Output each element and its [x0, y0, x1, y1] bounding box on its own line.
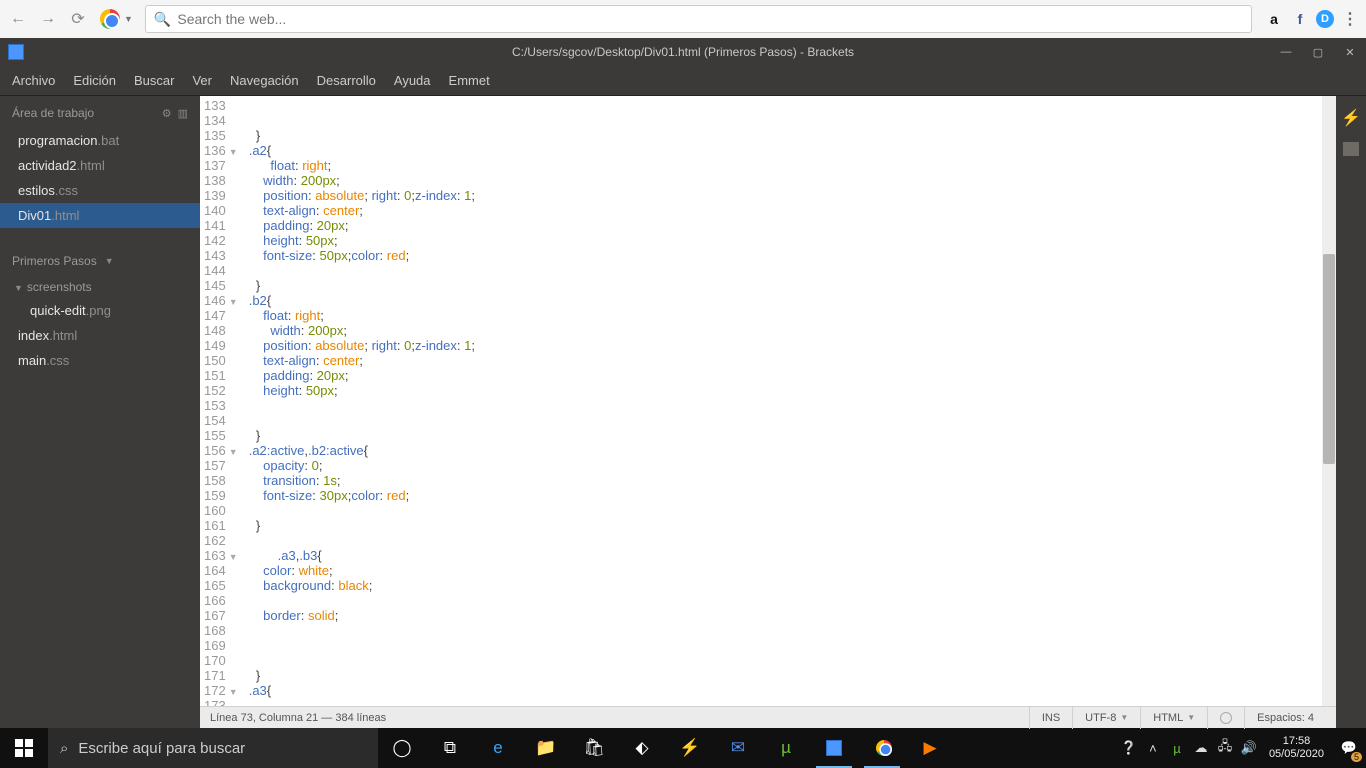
cursor-position: Línea 73, Columna 21 — 384 líneas [210, 712, 386, 724]
brackets-window: C:/Users/sgcov/Desktop/Div01.html (Prime… [0, 38, 1366, 728]
media-player-icon[interactable]: ▶ [906, 728, 954, 768]
chrome-taskbar-icon[interactable] [858, 728, 906, 768]
notif-badge: 5 [1351, 752, 1362, 762]
back-button[interactable]: ← [6, 7, 30, 31]
taskview-icon[interactable]: ⧉ [426, 728, 474, 768]
right-toolbar: ⚡ [1336, 96, 1366, 728]
menu-archivo[interactable]: Archivo [12, 73, 55, 88]
utorrent-icon[interactable]: µ [762, 728, 810, 768]
workspace: Área de trabajo ⚙ ▥ programacion.batacti… [0, 96, 1366, 728]
minimize-button[interactable]: — [1270, 38, 1302, 66]
taskbar-search[interactable]: ⌕ Escribe aquí para buscar [48, 728, 378, 768]
project-file-index[interactable]: index.html [0, 323, 200, 348]
insert-mode[interactable]: INS [1029, 707, 1072, 729]
menu-navegacion[interactable]: Navegación [230, 73, 299, 88]
indent-setting[interactable]: Espacios: 4 [1244, 707, 1326, 729]
browser-menu-button[interactable]: ⋮ [1340, 9, 1360, 29]
clock[interactable]: 17:58 05/05/2020 [1261, 735, 1332, 761]
taskbar-apps: ◯ ⧉ e 📁 🛍 ⬖ ⚡ ✉ µ ▶ [378, 728, 954, 768]
clock-date: 05/05/2020 [1269, 748, 1324, 761]
windows-taskbar: ⌕ Escribe aquí para buscar ◯ ⧉ e 📁 🛍 ⬖ ⚡… [0, 728, 1366, 768]
reload-button[interactable]: ⟳ [66, 7, 90, 31]
working-file-estilos[interactable]: estilos.css [0, 178, 200, 203]
working-file-actividad2[interactable]: actividad2.html [0, 153, 200, 178]
editor: 133 134 135 136▼137 138 139 140 141 142 … [200, 96, 1336, 728]
project-header[interactable]: Primeros Pasos ▼ [0, 246, 200, 276]
brackets-logo-icon [8, 44, 24, 60]
utorrent-tray-icon[interactable]: µ [1165, 728, 1189, 768]
encoding[interactable]: UTF-8▼ [1072, 707, 1140, 729]
taskbar-search-placeholder: Escribe aquí para buscar [78, 740, 245, 757]
window-title: C:/Users/sgcov/Desktop/Div01.html (Prime… [512, 45, 854, 59]
gear-icon[interactable]: ⚙ [162, 107, 172, 120]
project-name: Primeros Pasos [12, 254, 97, 268]
menu-edicion[interactable]: Edición [73, 73, 116, 88]
store-icon[interactable]: 🛍 [570, 728, 618, 768]
cortana-icon[interactable]: ◯ [378, 728, 426, 768]
chevron-down-icon: ▼ [14, 283, 23, 293]
statusbar: Línea 73, Columna 21 — 384 líneas INS UT… [200, 706, 1336, 728]
edge-icon[interactable]: e [474, 728, 522, 768]
system-tray: ❔ ˄ µ ☁ 🖧 🔊 17:58 05/05/2020 💬5 [1117, 728, 1366, 768]
search-placeholder: Search the web... [177, 11, 286, 27]
live-preview-icon[interactable]: ⚡ [1341, 108, 1361, 128]
clock-time: 17:58 [1269, 735, 1324, 748]
close-button[interactable]: ✕ [1334, 38, 1366, 66]
windows-icon [15, 739, 33, 757]
circle-icon [1220, 712, 1232, 724]
maximize-button[interactable]: ▢ [1302, 38, 1334, 66]
menu-buscar[interactable]: Buscar [134, 73, 174, 88]
notifications-icon[interactable]: 💬5 [1332, 728, 1366, 768]
browser-toolbar: ← → ⟳ ▼ 🔍 Search the web... a f D ⋮ [0, 0, 1366, 38]
dropbox-icon[interactable]: ⬖ [618, 728, 666, 768]
tray-chevron-icon[interactable]: ˄ [1141, 728, 1165, 768]
project-file-main[interactable]: main.css [0, 348, 200, 373]
lightning-app-icon[interactable]: ⚡ [666, 728, 714, 768]
menu-ayuda[interactable]: Ayuda [394, 73, 431, 88]
search-input[interactable]: 🔍 Search the web... [145, 5, 1252, 33]
scrollbar-thumb[interactable] [1323, 254, 1335, 464]
chrome-dropdown[interactable]: ▼ [124, 14, 133, 24]
search-icon: 🔍 [154, 11, 171, 28]
forward-button[interactable]: → [36, 7, 60, 31]
code-area[interactable]: 133 134 135 136▼137 138 139 140 141 142 … [200, 96, 1336, 706]
onedrive-icon[interactable]: ☁ [1189, 728, 1213, 768]
working-files-header: Área de trabajo ⚙ ▥ [0, 96, 200, 128]
start-button[interactable] [0, 728, 48, 768]
project-file-quick-edit[interactable]: quick-edit.png [0, 298, 200, 323]
amazon-ext-icon[interactable]: a [1264, 9, 1284, 29]
mail-icon[interactable]: ✉ [714, 728, 762, 768]
volume-icon[interactable]: 🔊 [1237, 728, 1261, 768]
menu-desarrollo[interactable]: Desarrollo [317, 73, 376, 88]
language[interactable]: HTML▼ [1140, 707, 1207, 729]
menu-ver[interactable]: Ver [192, 73, 212, 88]
search-icon: ⌕ [60, 740, 68, 757]
network-icon[interactable]: 🖧 [1213, 728, 1237, 768]
folder-screenshots[interactable]: ▼ screenshots [0, 276, 200, 298]
split-icon[interactable]: ▥ [178, 107, 188, 120]
code-content[interactable]: }.a2{ float: right; width: 200px; positi… [245, 96, 475, 706]
extensions-icon[interactable] [1343, 142, 1359, 156]
folder-label: screenshots [27, 280, 92, 294]
titlebar: C:/Users/sgcov/Desktop/Div01.html (Prime… [0, 38, 1366, 66]
working-files-label: Área de trabajo [12, 106, 94, 120]
facebook-ext-icon[interactable]: f [1290, 9, 1310, 29]
menubar: Archivo Edición Buscar Ver Navegación De… [0, 66, 1366, 96]
line-gutter: 133 134 135 136▼137 138 139 140 141 142 … [200, 96, 245, 706]
chrome-icon[interactable] [100, 9, 120, 29]
vertical-scrollbar[interactable] [1322, 96, 1336, 706]
sidebar: Área de trabajo ⚙ ▥ programacion.batacti… [0, 96, 200, 728]
explorer-icon[interactable]: 📁 [522, 728, 570, 768]
working-file-Div01[interactable]: Div01.html [0, 203, 200, 228]
chevron-down-icon: ▼ [105, 256, 114, 266]
working-file-programacion[interactable]: programacion.bat [0, 128, 200, 153]
disqus-ext-icon[interactable]: D [1316, 10, 1334, 28]
brackets-taskbar-icon[interactable] [810, 728, 858, 768]
linting-status[interactable] [1207, 707, 1244, 729]
help-icon[interactable]: ❔ [1117, 728, 1141, 768]
menu-emmet[interactable]: Emmet [449, 73, 490, 88]
